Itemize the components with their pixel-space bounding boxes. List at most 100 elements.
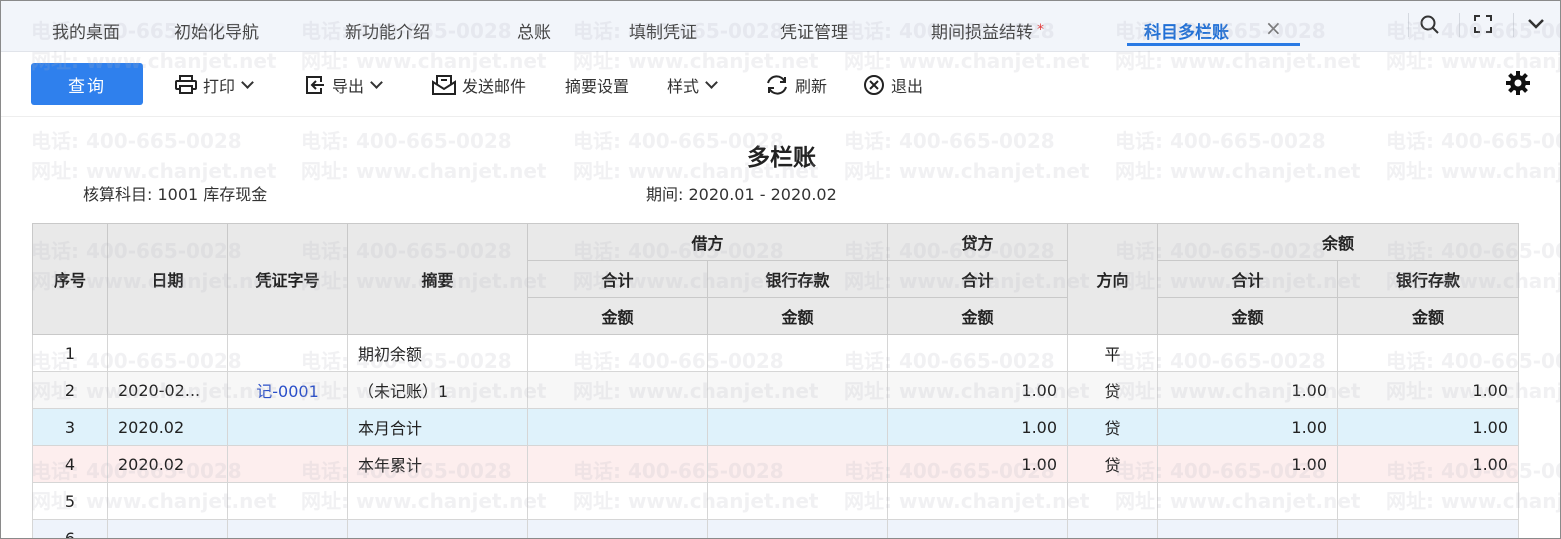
mail-icon: [432, 75, 456, 95]
cell-credit-total: 1.00: [887, 445, 1069, 483]
cell-balance-total: [1157, 519, 1339, 538]
printer-icon: [175, 75, 197, 94]
chevron-down-icon[interactable]: [1527, 16, 1545, 35]
cell-seq: 4: [32, 445, 108, 483]
header-credit-total: 合计: [887, 260, 1069, 298]
cell-summary: [347, 482, 528, 520]
cell-balance-total: [1157, 482, 1339, 520]
export-label: 导出: [332, 77, 365, 96]
cell-direction: 贷: [1067, 371, 1159, 409]
header-debit-bank: 银行存款: [706, 260, 889, 298]
divider: [1459, 13, 1460, 37]
header-debit-total: 合计: [527, 260, 708, 298]
report-title: 多栏账: [747, 145, 816, 171]
style-button[interactable]: 样式: [667, 73, 718, 97]
cell-debit-total: [527, 408, 708, 446]
header-direction: 方向: [1067, 223, 1159, 335]
query-button[interactable]: 查询: [31, 63, 143, 105]
tab-new-features[interactable]: 新功能介绍: [345, 18, 430, 43]
table-row[interactable]: 1 期初余额 平: [32, 334, 1520, 372]
cell-balance-bank: [1337, 519, 1520, 538]
header-seq: 序号: [32, 223, 108, 335]
send-mail-button[interactable]: 发送邮件: [432, 73, 526, 97]
cell-balance-bank: 1.00: [1337, 408, 1520, 446]
summary-settings-button[interactable]: 摘要设置: [565, 73, 629, 97]
cell-debit-bank: [706, 334, 889, 372]
header-balance: 余额: [1157, 223, 1520, 261]
exit-button[interactable]: 退出: [863, 73, 923, 97]
export-button[interactable]: 导出: [304, 73, 383, 97]
cell-balance-bank: [1337, 334, 1520, 372]
cell-direction: 贷: [1067, 408, 1159, 446]
cell-debit-bank: [706, 519, 889, 538]
cell-debit-bank: [706, 445, 889, 483]
refresh-button[interactable]: 刷新: [765, 73, 827, 97]
tab-general-ledger[interactable]: 总账: [517, 18, 551, 43]
table-row[interactable]: 3 2020.02 本月合计 1.00 贷 1.00 1.00: [32, 408, 1520, 446]
tab-label: 期间损益结转: [931, 23, 1033, 43]
cell-debit-total: [527, 371, 708, 409]
cell-credit-total: [887, 482, 1069, 520]
cell-direction: 平: [1067, 334, 1159, 372]
close-tab-icon[interactable]: ×: [1265, 16, 1282, 40]
subject-value: 1001 库存现金: [157, 185, 268, 204]
refresh-label: 刷新: [795, 77, 828, 96]
cell-credit-total: 1.00: [887, 408, 1069, 446]
chevron-down-icon: [241, 75, 254, 89]
tab-desktop[interactable]: 我的桌面: [52, 18, 120, 43]
cell-balance-total: 1.00: [1157, 408, 1339, 446]
cell-direction: 贷: [1067, 445, 1159, 483]
cell-seq: 3: [32, 408, 108, 446]
header-amount: 金额: [527, 297, 708, 335]
header-balance-bank: 银行存款: [1337, 260, 1520, 298]
cell-debit-total: [527, 445, 708, 483]
cell-debit-bank: [706, 408, 889, 446]
header-date: 日期: [107, 223, 228, 335]
table-row[interactable]: 5: [32, 482, 1520, 520]
cell-date: [107, 482, 228, 520]
header-amount: 金额: [706, 297, 889, 335]
header-voucher: 凭证字号: [227, 223, 348, 335]
cell-voucher: [227, 334, 348, 372]
cell-date: 2020.02: [107, 445, 228, 483]
cell-date: [107, 334, 228, 372]
app-window: 我的桌面 初始化导航 新功能介绍 总账 填制凭证 凭证管理 期间损益结转 * 科目…: [0, 0, 1561, 539]
header-amount: 金额: [887, 297, 1069, 335]
cell-credit-total: [887, 334, 1069, 372]
style-label: 样式: [667, 77, 700, 96]
cell-voucher: [227, 519, 348, 538]
export-icon: [306, 76, 324, 94]
header-credit: 贷方: [887, 223, 1069, 261]
divider: [1513, 13, 1514, 37]
fullscreen-icon[interactable]: [1473, 14, 1493, 38]
cell-date: 2020.02: [107, 408, 228, 446]
cell-date: 2020-02...: [107, 371, 228, 409]
tab-voucher-management[interactable]: 凭证管理: [780, 18, 848, 43]
active-tab-indicator: [1127, 43, 1300, 46]
table-row[interactable]: 2 2020-02... 记-0001 （未记账）1 1.00 贷 1.00 1…: [32, 371, 1520, 409]
chevron-down-icon: [705, 75, 718, 89]
subject-label: 核算科目:: [83, 185, 153, 204]
gear-icon[interactable]: [1505, 70, 1531, 100]
cell-credit-total: 1.00: [887, 371, 1069, 409]
table-row[interactable]: 6: [32, 519, 1520, 538]
search-icon[interactable]: [1419, 14, 1441, 40]
cell-debit-bank: [706, 371, 889, 409]
cell-summary: 本年累计: [347, 445, 528, 483]
tab-profit-loss-transfer[interactable]: 期间损益结转 *: [931, 18, 1044, 43]
print-button[interactable]: 打印: [175, 73, 254, 97]
table-row[interactable]: 4 2020.02 本年累计 1.00 贷 1.00 1.00: [32, 445, 1520, 483]
cell-direction: [1067, 519, 1159, 538]
voucher-link[interactable]: 记-0001: [227, 371, 348, 409]
cell-date: [107, 519, 228, 538]
subject-info: 核算科目: 1001 库存现金: [83, 181, 267, 205]
tab-subject-multicolumn-ledger[interactable]: 科目多栏账: [1144, 18, 1229, 43]
tab-init-guide[interactable]: 初始化导航: [174, 18, 259, 43]
toolbar: 查询 打印 导出 发送邮件 摘要设置 样式 刷新 退出: [1, 52, 1560, 117]
print-label: 打印: [203, 77, 236, 96]
refresh-icon: [767, 75, 787, 95]
header-amount: 金额: [1337, 297, 1520, 335]
cell-balance-total: 1.00: [1157, 445, 1339, 483]
tab-fill-voucher[interactable]: 填制凭证: [629, 18, 697, 43]
cell-seq: 6: [32, 519, 108, 538]
